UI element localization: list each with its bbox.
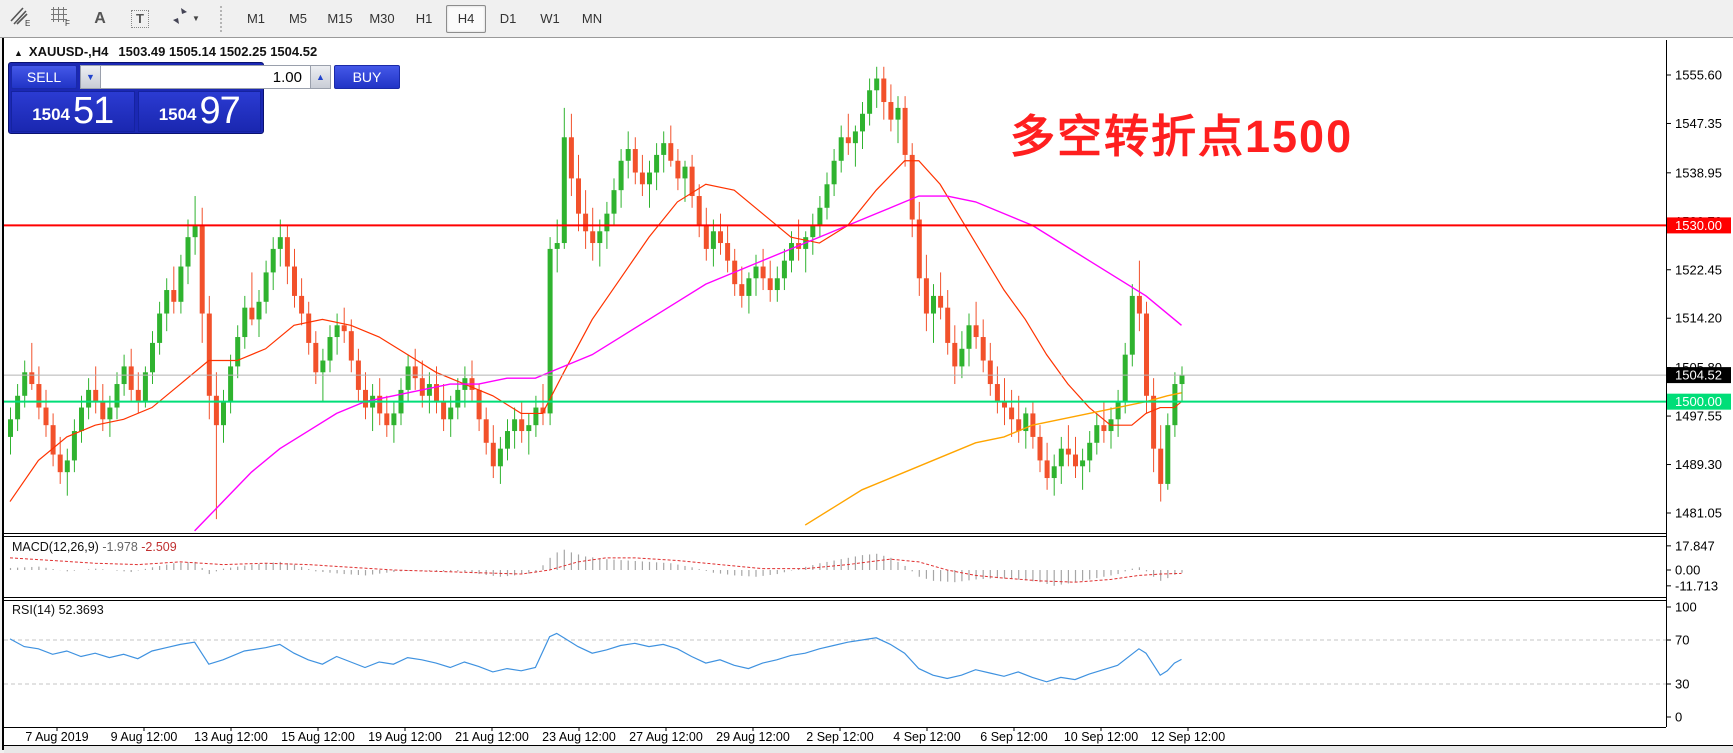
time-label: 2 Sep 12:00 <box>806 730 873 744</box>
time-label: 4 Sep 12:00 <box>893 730 960 744</box>
svg-text:100: 100 <box>1675 600 1697 615</box>
time-label: 21 Aug 12:00 <box>455 730 529 744</box>
symbol-label: XAUUSD-,H4 <box>28 44 109 59</box>
time-label: 9 Aug 12:00 <box>111 730 178 744</box>
timeframe-button-MN[interactable]: MN <box>572 5 612 33</box>
top-toolbar: E F A T ▼ M1 M5 M15 M30 H1 H4 D1 W1 MN <box>0 0 1733 38</box>
collapse-triangle-icon[interactable]: ▲ <box>14 48 23 58</box>
text-label-tool-button[interactable]: A <box>82 4 118 34</box>
text-box-tool-button[interactable]: T <box>122 4 158 34</box>
time-label: 19 Aug 12:00 <box>368 730 442 744</box>
chart-style-icon: E <box>8 5 32 32</box>
svg-text:70: 70 <box>1675 633 1689 648</box>
text-box-icon: T <box>131 9 149 28</box>
time-label: 13 Aug 12:00 <box>194 730 268 744</box>
svg-text:1522.45: 1522.45 <box>1675 262 1722 277</box>
grid-tool-button[interactable]: F <box>42 4 78 34</box>
macd-signal-value: -2.509 <box>141 540 177 554</box>
time-label: 6 Sep 12:00 <box>980 730 1047 744</box>
timeframe-button-H1[interactable]: H1 <box>404 5 444 33</box>
svg-text:1500.00: 1500.00 <box>1675 394 1722 409</box>
svg-text:30: 30 <box>1675 677 1689 692</box>
grid-icon: F <box>48 5 72 32</box>
chart-text-annotation[interactable]: 多空转折点1500 <box>1010 100 1353 165</box>
rsi-label: RSI(14) 52.3693 <box>12 603 104 617</box>
volume-decrement-button[interactable]: ▼ <box>80 65 101 89</box>
buy-quote[interactable]: 1504 97 <box>137 90 261 132</box>
timeframe-button-W1[interactable]: W1 <box>530 5 570 33</box>
svg-text:1514.20: 1514.20 <box>1675 311 1722 326</box>
buy-price-small: 1504 <box>158 105 197 124</box>
time-label: 15 Aug 12:00 <box>281 730 355 744</box>
time-label: 29 Aug 12:00 <box>716 730 790 744</box>
svg-text:0.00: 0.00 <box>1675 563 1700 578</box>
svg-text:0: 0 <box>1675 710 1682 725</box>
one-click-trade-panel: SELL ▼ ▲ BUY 1504 51 1504 97 <box>8 62 400 134</box>
svg-text:1489.30: 1489.30 <box>1675 457 1722 472</box>
time-label: 7 Aug 2019 <box>25 730 88 744</box>
arrows-icon <box>170 6 190 31</box>
svg-text:1504.52: 1504.52 <box>1675 368 1722 383</box>
sell-quote[interactable]: 1504 51 <box>11 91 135 132</box>
time-label: 23 Aug 12:00 <box>542 730 616 744</box>
svg-text:1547.35: 1547.35 <box>1675 116 1722 131</box>
svg-text:1497.55: 1497.55 <box>1675 409 1722 424</box>
svg-text:-11.713: -11.713 <box>1675 578 1718 593</box>
svg-text:1481.05: 1481.05 <box>1675 506 1722 521</box>
chevron-down-icon: ▼ <box>192 14 200 23</box>
svg-text:1555.60: 1555.60 <box>1675 68 1722 83</box>
text-label-icon: A <box>94 9 106 27</box>
chart-style-tool-button[interactable]: E <box>2 4 38 34</box>
timeframe-button-M1[interactable]: M1 <box>236 5 276 33</box>
svg-text:1538.95: 1538.95 <box>1675 165 1722 180</box>
arrows-tool-button[interactable]: ▼ <box>162 4 208 34</box>
svg-text:F: F <box>65 19 70 27</box>
macd-label: MACD(12,26,9) -1.978 -2.509 <box>12 540 177 554</box>
sell-price-big: 51 <box>73 90 114 132</box>
time-label: 27 Aug 12:00 <box>629 730 703 744</box>
timeframe-group: M1 M5 M15 M30 H1 H4 D1 W1 MN <box>235 4 613 33</box>
volume-increment-button[interactable]: ▲ <box>310 65 331 89</box>
svg-text:E: E <box>25 19 30 27</box>
timeframe-button-M30[interactable]: M30 <box>362 5 402 33</box>
sell-price-small: 1504 <box>32 105 71 124</box>
time-label: 10 Sep 12:00 <box>1064 730 1138 744</box>
rsi-value: 52.3693 <box>58 603 104 617</box>
toolbar-separator <box>220 5 229 32</box>
svg-text:17.847: 17.847 <box>1675 538 1715 553</box>
mt4-terminal: { "toolbar": { "tools": [ {"name":"chart… <box>0 0 1733 753</box>
buy-button[interactable]: BUY <box>334 65 400 89</box>
volume-input[interactable] <box>101 65 310 89</box>
timeframe-button-M5[interactable]: M5 <box>278 5 318 33</box>
timeframe-button-D1[interactable]: D1 <box>488 5 528 33</box>
timeframe-button-M15[interactable]: M15 <box>320 5 360 33</box>
time-label: 12 Sep 12:00 <box>1151 730 1225 744</box>
timeframe-button-H4[interactable]: H4 <box>446 4 486 33</box>
ohlc-values: 1503.49 1505.14 1502.25 1504.52 <box>118 44 318 59</box>
svg-text:1530.00: 1530.00 <box>1675 218 1722 233</box>
chart-title: ▲ XAUUSD-,H4 1503.49 1505.14 1502.25 1504.… <box>14 44 317 59</box>
sell-button[interactable]: SELL <box>11 65 77 89</box>
macd-main-value: -1.978 <box>102 540 138 554</box>
buy-price-big: 97 <box>199 90 241 132</box>
